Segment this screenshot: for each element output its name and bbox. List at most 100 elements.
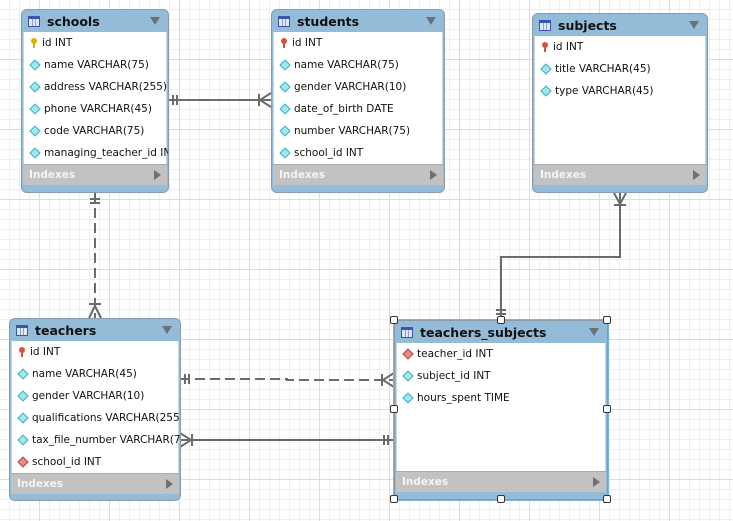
column-row[interactable]: id INT [535, 36, 705, 58]
collapse-arrow-icon[interactable] [162, 326, 172, 334]
column-label: school_id INT [294, 147, 364, 159]
column-label: managing_teacher_id INT [44, 147, 169, 159]
column-row[interactable]: school_id INT [12, 451, 178, 473]
column-list: teacher_id INT subject_id INT hours_spen… [396, 343, 606, 471]
expand-arrow-icon[interactable] [154, 170, 161, 180]
table-header[interactable]: students [272, 10, 444, 32]
resize-handle-top-left[interactable] [390, 316, 398, 324]
table-header[interactable]: teachers [10, 319, 180, 341]
indexes-label: Indexes [540, 169, 587, 181]
indexes-section[interactable]: Indexes [273, 164, 443, 185]
relationship-teachers-teachers-subjects-dashed[interactable] [180, 372, 395, 388]
column-row[interactable]: name VARCHAR(75) [274, 54, 442, 76]
column-row[interactable]: id INT [24, 32, 166, 54]
column-row[interactable]: phone VARCHAR(45) [24, 98, 166, 120]
column-row[interactable]: managing_teacher_id INT [24, 142, 169, 164]
indexes-label: Indexes [402, 476, 449, 488]
relationship-teachers-teachers-subjects-solid[interactable] [179, 432, 394, 448]
column-row[interactable]: name VARCHAR(45) [12, 363, 178, 385]
column-row[interactable]: qualifications VARCHAR(255) [12, 407, 181, 429]
column-row[interactable]: type VARCHAR(45) [535, 80, 705, 102]
collapse-arrow-icon[interactable] [150, 17, 160, 25]
collapse-arrow-icon[interactable] [689, 21, 699, 29]
table-teachers[interactable]: teachers id INT name VARCHAR(45) gender … [9, 318, 181, 501]
table-header[interactable]: schools [22, 10, 168, 32]
table-subjects[interactable]: subjects id INT title VARCHAR(45) type V… [532, 13, 708, 193]
column-label: type VARCHAR(45) [555, 85, 654, 97]
table-name: students [297, 13, 360, 29]
column-row[interactable]: gender VARCHAR(10) [12, 385, 178, 407]
primary-key-icon [281, 38, 287, 48]
table-header[interactable]: subjects [533, 14, 707, 36]
table-footer [22, 185, 168, 192]
column-row[interactable]: hours_spent TIME [397, 387, 605, 409]
table-name: teachers [35, 322, 97, 338]
indexes-section[interactable]: Indexes [11, 473, 179, 494]
resize-handle-left[interactable] [390, 405, 398, 413]
column-diamond-icon [17, 390, 29, 402]
column-row[interactable]: tax_file_number VARCHAR(75) [12, 429, 181, 451]
indexes-section[interactable]: Indexes [396, 471, 606, 492]
table-header[interactable]: teachers_subjects [395, 321, 607, 343]
column-label: gender VARCHAR(10) [294, 81, 407, 93]
resize-handle-top-right[interactable] [603, 316, 611, 324]
collapse-arrow-icon[interactable] [589, 328, 599, 336]
expand-arrow-icon[interactable] [693, 170, 700, 180]
table-students[interactable]: students id INT name VARCHAR(75) gender … [271, 9, 445, 193]
foreign-key-diamond-icon [17, 456, 29, 468]
column-row[interactable]: school_id INT [274, 142, 442, 164]
column-label: title VARCHAR(45) [555, 63, 651, 75]
column-row[interactable]: subject_id INT [397, 365, 605, 387]
column-row[interactable]: name VARCHAR(75) [24, 54, 166, 76]
table-footer [272, 185, 444, 192]
column-row[interactable]: address VARCHAR(255) [24, 76, 167, 98]
relationship-schools-teachers[interactable] [88, 193, 102, 319]
expand-arrow-icon[interactable] [166, 479, 173, 489]
resize-handle-bottom-left[interactable] [390, 495, 398, 503]
column-label: id INT [30, 346, 61, 358]
column-list: id INT name VARCHAR(75) address VARCHAR(… [23, 32, 169, 164]
column-diamond-icon [540, 63, 552, 75]
table-icon [401, 326, 413, 338]
column-diamond-icon [279, 81, 291, 93]
column-list: id INT name VARCHAR(45) gender VARCHAR(1… [11, 341, 181, 473]
column-row[interactable]: id INT [12, 341, 178, 363]
table-footer [10, 494, 180, 500]
column-row[interactable]: title VARCHAR(45) [535, 58, 705, 80]
column-row[interactable]: id INT [274, 32, 442, 54]
resize-handle-bottom-right[interactable] [603, 495, 611, 503]
table-teachers-subjects[interactable]: teachers_subjects teacher_id INT subject… [394, 320, 608, 500]
column-row[interactable]: number VARCHAR(75) [274, 120, 442, 142]
expand-arrow-icon[interactable] [593, 477, 600, 487]
relationship-schools-students[interactable] [168, 92, 272, 108]
table-name: subjects [558, 17, 617, 33]
table-icon [539, 19, 551, 31]
collapse-arrow-icon[interactable] [426, 17, 436, 25]
table-icon [16, 324, 28, 336]
resize-handle-right[interactable] [603, 405, 611, 413]
relationship-subjects-teachers-subjects[interactable] [496, 192, 627, 318]
column-label: id INT [553, 41, 584, 53]
column-diamond-icon [29, 125, 41, 137]
column-diamond-icon [29, 147, 41, 159]
column-label: date_of_birth DATE [294, 103, 394, 115]
column-diamond-icon [402, 370, 414, 382]
column-label: teacher_id INT [417, 348, 493, 360]
table-footer [533, 185, 707, 192]
column-label: tax_file_number VARCHAR(75) [32, 434, 181, 446]
table-schools[interactable]: schools id INT name VARCHAR(75) address … [21, 9, 169, 193]
column-diamond-icon [29, 59, 41, 71]
column-row[interactable]: date_of_birth DATE [274, 98, 442, 120]
expand-arrow-icon[interactable] [430, 170, 437, 180]
indexes-section[interactable]: Indexes [534, 164, 706, 185]
indexes-section[interactable]: Indexes [23, 164, 167, 185]
column-row[interactable]: teacher_id INT [397, 343, 605, 365]
resize-handle-top[interactable] [497, 316, 505, 324]
column-label: hours_spent TIME [417, 392, 510, 404]
column-label: subject_id INT [417, 370, 491, 382]
column-row[interactable]: code VARCHAR(75) [24, 120, 166, 142]
column-row[interactable]: gender VARCHAR(10) [274, 76, 442, 98]
resize-handle-bottom[interactable] [497, 495, 505, 503]
column-label: qualifications VARCHAR(255) [32, 412, 181, 424]
column-label: code VARCHAR(75) [44, 125, 145, 137]
